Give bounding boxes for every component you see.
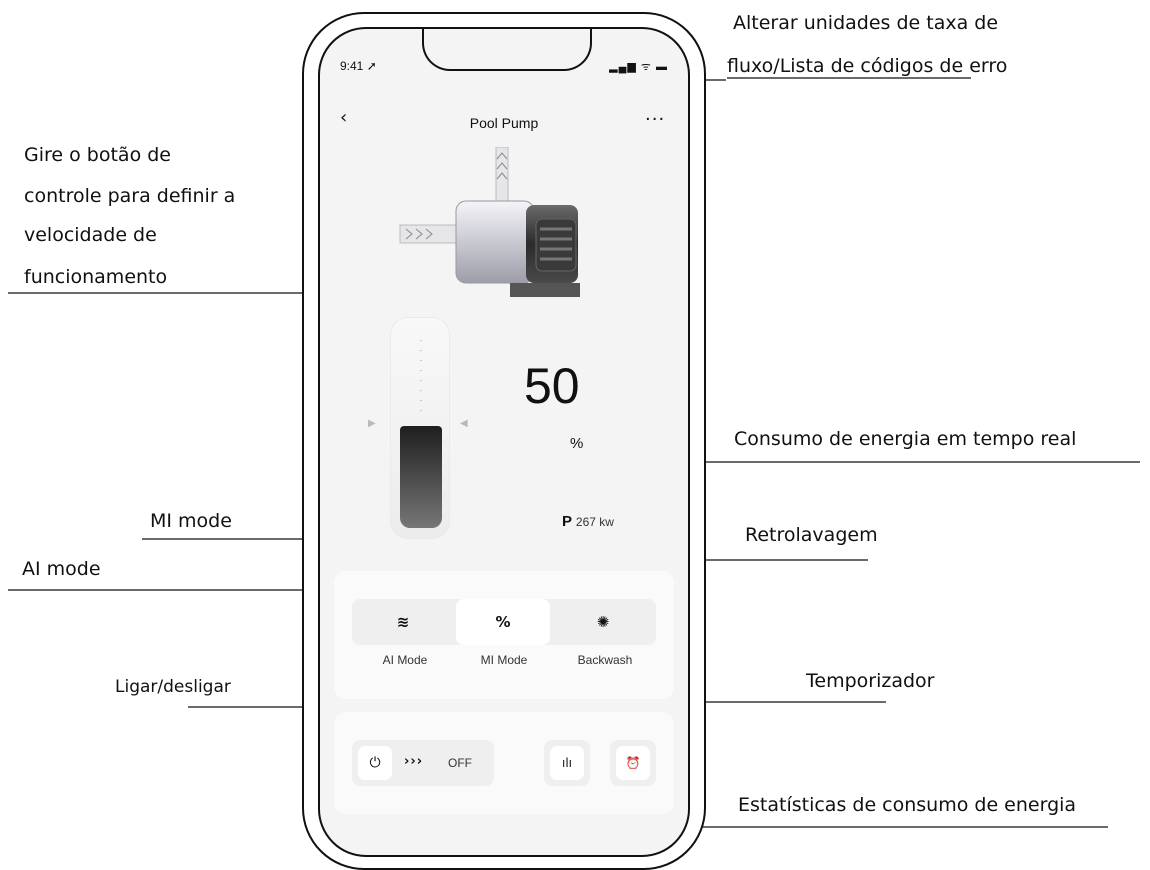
annotation-ai-mode: AI mode bbox=[22, 558, 101, 580]
power-label: P bbox=[562, 513, 573, 530]
error-codes-suffix: de erro bbox=[933, 55, 1008, 77]
annotation-knob-line3: velocidade de bbox=[24, 224, 157, 246]
mode-selector: ≋ % ✺ bbox=[352, 599, 656, 645]
swirl-icon: ✺ bbox=[596, 613, 610, 631]
annotation-power-toggle: Ligar/desligar bbox=[115, 677, 231, 697]
annotation-timer: Temporizador bbox=[806, 670, 935, 692]
phone-notch bbox=[422, 29, 592, 71]
power-state-label: OFF bbox=[448, 756, 472, 770]
annotation-flow-units: Alterar unidades de taxa de bbox=[733, 12, 999, 34]
annotation-mi-mode: MI mode bbox=[150, 510, 232, 532]
speed-unit: % bbox=[570, 435, 584, 452]
annotation-knob-line2: controle para definir a bbox=[24, 185, 236, 207]
backwash-button[interactable]: ✺ bbox=[556, 599, 650, 645]
slider-tick bbox=[420, 410, 422, 411]
phone-screen: 9:41 ➚ ▂▄▆ ᯤ ▬ ‹ Pool Pump ··· ▶ ◀ 50 % … bbox=[318, 27, 690, 857]
annotation-energy-realtime: Consumo de energia em tempo real bbox=[734, 428, 1077, 450]
slider-marker-left-icon: ▶ bbox=[368, 418, 376, 429]
alarm-clock-icon: ⏰ bbox=[616, 746, 650, 780]
control-card: ⏻ ››› OFF ılı ⏰ bbox=[334, 712, 674, 814]
power-icon: ⏻ bbox=[369, 755, 381, 771]
annotation-energy-stats: Estatísticas de consumo de energia bbox=[738, 794, 1077, 816]
power-reading: P 267 kw bbox=[562, 513, 614, 530]
power-value: 267 kw bbox=[575, 515, 614, 529]
percent-icon: % bbox=[495, 613, 511, 631]
error-codes-link: fluxo/Lista de códigos bbox=[727, 55, 934, 77]
annotation-backwash: Retrolavagem bbox=[745, 524, 878, 546]
speed-value: 50 bbox=[524, 358, 580, 414]
energy-stats-button[interactable]: ılı bbox=[544, 740, 590, 786]
slider-marker-right-icon: ◀ bbox=[460, 418, 468, 429]
annotation-knob-line1: Gire o botão de bbox=[24, 144, 171, 166]
status-icons: ▂▄▆ ᯤ ▬ bbox=[609, 61, 668, 73]
waves-icon: ≋ bbox=[396, 613, 410, 631]
power-button[interactable]: ⏻ bbox=[358, 746, 392, 780]
timer-button[interactable]: ⏰ bbox=[610, 740, 656, 786]
annotation-knob-line4: funcionamento bbox=[24, 266, 168, 288]
power-toggle[interactable]: ⏻ ››› OFF bbox=[352, 740, 494, 786]
mode-card: ≋ % ✺ AI Mode MI Mode Backwash bbox=[334, 571, 674, 699]
ai-mode-button[interactable]: ≋ bbox=[356, 599, 450, 645]
status-time: 9:41 ➚ bbox=[340, 59, 377, 73]
backwash-label: Backwash bbox=[577, 653, 633, 667]
slider-tick bbox=[420, 400, 422, 401]
annotation-error-codes: fluxo/Lista de códigos de erro bbox=[727, 47, 1007, 85]
slider-tick bbox=[420, 340, 422, 341]
bar-chart-icon: ılı bbox=[550, 746, 584, 780]
speed-slider[interactable] bbox=[390, 317, 450, 539]
slider-tick bbox=[420, 380, 422, 381]
slider-fill bbox=[400, 426, 442, 528]
slider-tick bbox=[420, 350, 422, 351]
slider-tick bbox=[420, 390, 422, 391]
page-title: Pool Pump bbox=[469, 115, 539, 131]
pool-pump-image bbox=[399, 147, 580, 297]
more-options-button[interactable]: ··· bbox=[645, 109, 665, 130]
slider-tick bbox=[420, 370, 422, 371]
mi-mode-button[interactable]: % bbox=[456, 599, 550, 645]
slider-tick bbox=[420, 360, 422, 361]
chevrons-icon: ››› bbox=[404, 754, 424, 769]
